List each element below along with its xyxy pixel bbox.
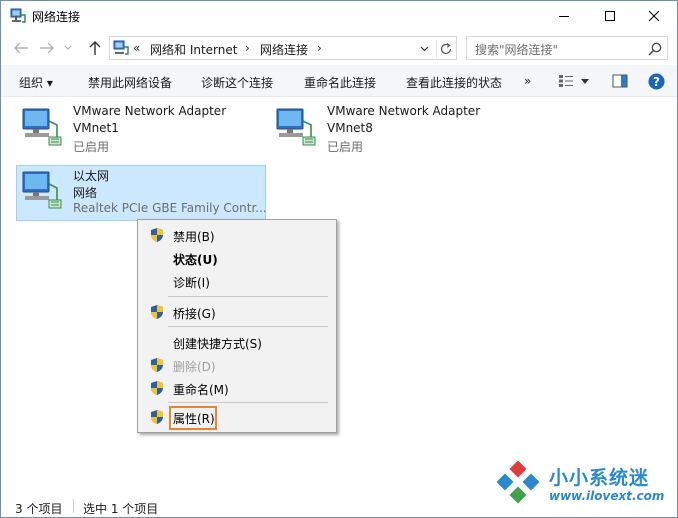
refresh-button[interactable] [436, 40, 454, 58]
refresh-icon [440, 43, 451, 55]
network-adapter-icon [22, 108, 62, 146]
context-menu: 禁用(B) 状态(U) 诊断(I) 桥接(G) 创建快捷方式(S) 删除(D) [137, 219, 337, 433]
menu-item-label: 属性(R) [173, 412, 215, 426]
arrow-right-icon [40, 42, 54, 54]
explorer-window: 网络连接 « 网络和 Internet › 网络连接 › 搜索"网络连接" 组织… [0, 0, 678, 518]
navigation-row: « 网络和 Internet › 网络连接 › 搜索"网络连接" [1, 31, 677, 65]
search-input[interactable]: 搜索"网络连接" [475, 41, 558, 58]
connection-name: 以太网 [73, 169, 110, 183]
address-bar[interactable]: « 网络和 Internet › 网络连接 › [109, 36, 457, 60]
minimize-button[interactable] [541, 1, 587, 31]
network-adapter-icon [276, 108, 316, 146]
preview-pane-icon [612, 74, 628, 88]
chevron-down-icon [64, 45, 72, 50]
connection-name: VMware Network Adapter [73, 104, 227, 118]
close-button[interactable] [631, 1, 677, 31]
up-button[interactable] [85, 39, 105, 57]
breadcrumb-network-internet[interactable]: 网络和 Internet [150, 41, 237, 58]
connection-ethernet[interactable]: 以太网 网络 Realtek PCIe GBE Family Contr... [16, 165, 267, 221]
forward-button[interactable] [37, 39, 57, 57]
menu-separator [168, 402, 328, 403]
recent-locations-button[interactable] [61, 39, 75, 57]
connections-list: VMware Network Adapter VMnet1 已启用 VMware… [1, 97, 677, 493]
chevron-down-icon [420, 46, 428, 52]
organize-button[interactable]: 组织 ▾ [19, 74, 53, 91]
watermark-logo-icon [496, 461, 540, 504]
uac-shield-icon [151, 358, 163, 372]
menu-item-properties[interactable]: 属性(R) [140, 406, 334, 430]
menu-item-label: 状态(U) [173, 253, 218, 267]
connection-status: 已启用 [327, 140, 364, 154]
connection-vmnet8[interactable]: VMware Network Adapter VMnet8 已启用 [271, 103, 521, 159]
connection-network: VMnet8 [327, 121, 373, 135]
breadcrumb-overflow[interactable]: « [133, 41, 140, 55]
uac-shield-icon [151, 381, 163, 395]
view-options-icon [559, 75, 573, 87]
maximize-icon [605, 11, 615, 21]
view-dropdown-button[interactable] [579, 72, 591, 90]
menu-item-label: 诊断(I) [173, 276, 210, 290]
svg-text:?: ? [653, 74, 660, 88]
arrow-left-icon [14, 42, 28, 54]
selection-count: 选中 1 个项目 [83, 502, 159, 516]
network-connections-icon [113, 40, 129, 55]
help-icon: ? [648, 73, 664, 89]
search-box[interactable]: 搜索"网络连接" [466, 36, 668, 60]
menu-item-delete: 删除(D) [140, 354, 334, 376]
title-bar[interactable]: 网络连接 [1, 1, 677, 31]
watermark-url: www.ilovext.com [549, 489, 665, 503]
menu-separator [168, 296, 328, 297]
breadcrumb-separator[interactable]: › [245, 41, 250, 55]
menu-item-disable[interactable]: 禁用(B) [140, 224, 334, 246]
minimize-icon [559, 16, 569, 17]
menu-item-label: 桥接(G) [173, 307, 216, 321]
arrow-up-icon [89, 41, 101, 55]
menu-item-status[interactable]: 状态(U) [140, 247, 334, 269]
diagnose-connection-button[interactable]: 诊断这个连接 [201, 74, 273, 91]
menu-item-rename[interactable]: 重命名(M) [140, 377, 334, 399]
connection-network: VMnet1 [73, 121, 119, 135]
connection-network: 网络 [73, 186, 98, 200]
caret-down-icon [581, 78, 589, 84]
maximize-button[interactable] [587, 1, 633, 31]
menu-item-label: 创建快捷方式(S) [173, 337, 262, 351]
item-count: 3 个项目 [15, 502, 63, 516]
breadcrumb-separator[interactable]: › [317, 41, 322, 55]
help-button[interactable]: ? [647, 72, 665, 90]
uac-shield-icon [151, 228, 163, 242]
preview-pane-button[interactable] [611, 72, 629, 90]
search-icon[interactable] [647, 41, 663, 57]
address-dropdown-button[interactable] [416, 41, 432, 57]
network-connections-app-icon [10, 8, 26, 23]
change-view-button[interactable] [557, 72, 575, 90]
menu-separator [168, 326, 328, 327]
connection-status: 已启用 [73, 140, 110, 154]
view-status-button[interactable]: 查看此连接的状态 [406, 74, 502, 91]
menu-item-label: 禁用(B) [173, 230, 215, 244]
menu-item-diagnose[interactable]: 诊断(I) [140, 270, 334, 292]
watermark: 小小系统迷 www.ilovext.com [487, 459, 667, 509]
status-divider [73, 499, 74, 513]
breadcrumb-network-connections[interactable]: 网络连接 [260, 41, 308, 58]
more-commands-button[interactable]: » [524, 74, 531, 88]
window-title: 网络连接 [32, 10, 81, 24]
connection-name: VMware Network Adapter [327, 104, 481, 118]
watermark-brand: 小小系统迷 [549, 467, 650, 489]
connection-adapter: Realtek PCIe GBE Family Contr... [73, 201, 267, 215]
command-bar: 组织 ▾ 禁用此网络设备 诊断这个连接 重命名此连接 查看此连接的状态 » ? [1, 65, 677, 97]
menu-item-label: 重命名(M) [173, 383, 229, 397]
disable-device-button[interactable]: 禁用此网络设备 [88, 74, 172, 91]
rename-connection-button[interactable]: 重命名此连接 [304, 74, 376, 91]
back-button[interactable] [11, 39, 31, 57]
menu-item-bridge[interactable]: 桥接(G) [140, 301, 334, 323]
connection-vmnet1[interactable]: VMware Network Adapter VMnet1 已启用 [17, 103, 267, 159]
uac-shield-icon [151, 410, 163, 424]
menu-item-label: 删除(D) [173, 360, 216, 374]
close-icon [648, 10, 660, 22]
uac-shield-icon [151, 305, 163, 319]
menu-item-create-shortcut[interactable]: 创建快捷方式(S) [140, 331, 334, 353]
network-adapter-icon [22, 171, 62, 209]
